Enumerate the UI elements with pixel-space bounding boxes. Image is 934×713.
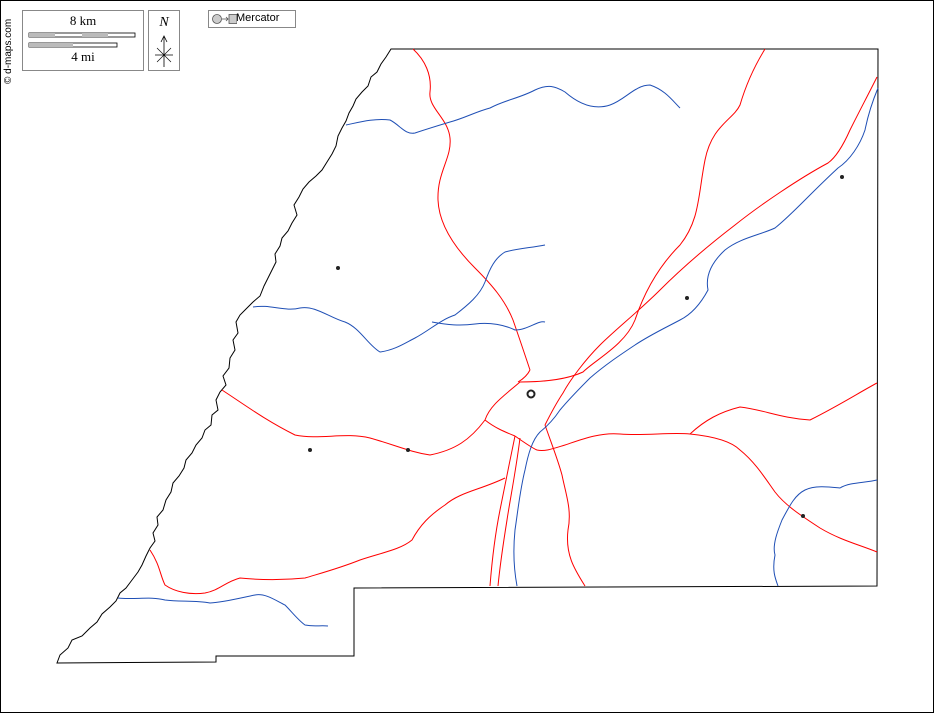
road: [544, 76, 878, 426]
road: [412, 48, 531, 371]
scale-bar: 8 km 4 mi: [22, 10, 144, 71]
projection-label: Mercator: [236, 12, 280, 24]
river: [345, 84, 681, 134]
credit-label: © d-maps.com: [3, 6, 17, 86]
river: [773, 479, 878, 587]
county-seat-marker: [526, 389, 536, 399]
road: [489, 435, 516, 587]
compass-icon: [155, 35, 173, 67]
river: [117, 594, 329, 627]
projection-icon: [212, 14, 237, 24]
road: [149, 477, 506, 595]
road: [221, 389, 486, 456]
town-marker: [406, 448, 410, 452]
town-marker: [840, 175, 844, 179]
county-outline: [56, 48, 879, 664]
map-canvas: [56, 48, 879, 664]
town-marker: [801, 514, 805, 518]
road: [484, 48, 766, 437]
scale-mi-label: 4 mi: [71, 49, 95, 64]
river: [431, 321, 546, 331]
town-marker: [336, 266, 340, 270]
road: [689, 433, 878, 553]
projection-badge: Mercator: [208, 10, 296, 28]
north-arrow: N: [148, 10, 180, 71]
river: [513, 87, 879, 587]
roads-layer: [149, 48, 878, 595]
road: [497, 437, 521, 587]
road: [517, 369, 531, 383]
town-marker: [685, 296, 689, 300]
town-marker: [308, 448, 312, 452]
road: [514, 382, 878, 451]
towns-layer: [308, 175, 844, 518]
credit-text: © d-maps.com: [3, 18, 14, 84]
